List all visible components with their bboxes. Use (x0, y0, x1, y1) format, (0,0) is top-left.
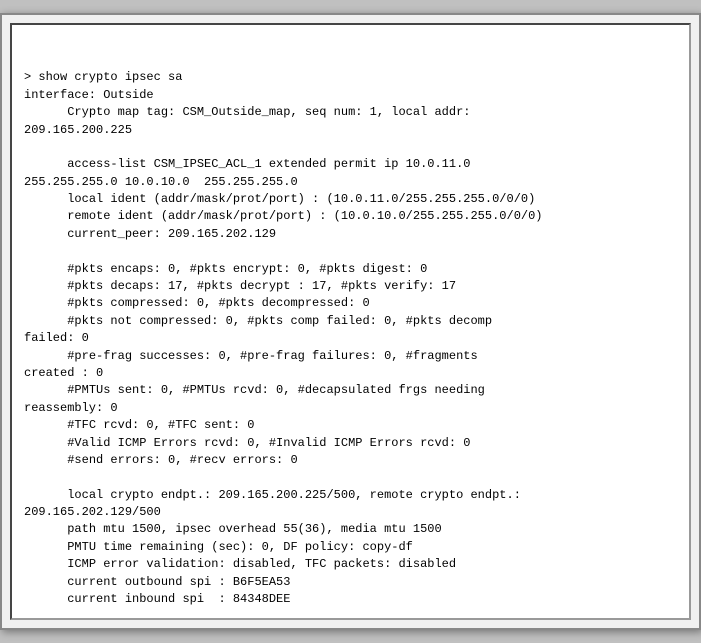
terminal-line: 255.255.255.0 10.0.10.0 255.255.255.0 (24, 174, 677, 191)
terminal-line (24, 139, 677, 156)
terminal-line: Crypto map tag: CSM_Outside_map, seq num… (24, 104, 677, 121)
terminal-line (24, 469, 677, 486)
terminal-line: interface: Outside (24, 87, 677, 104)
terminal-line: ICMP error validation: disabled, TFC pac… (24, 556, 677, 573)
terminal-line: PMTU time remaining (sec): 0, DF policy:… (24, 539, 677, 556)
terminal-line: #Valid ICMP Errors rcvd: 0, #Invalid ICM… (24, 435, 677, 452)
terminal-line: local ident (addr/mask/prot/port) : (10.… (24, 191, 677, 208)
terminal-line: #send errors: 0, #recv errors: 0 (24, 452, 677, 469)
terminal-line: local crypto endpt.: 209.165.200.225/500… (24, 487, 677, 504)
terminal-line: #pkts not compressed: 0, #pkts comp fail… (24, 313, 677, 330)
terminal-line: path mtu 1500, ipsec overhead 55(36), me… (24, 521, 677, 538)
terminal-line: #pkts compressed: 0, #pkts decompressed:… (24, 295, 677, 312)
terminal-line: #pkts encaps: 0, #pkts encrypt: 0, #pkts… (24, 261, 677, 278)
terminal-line: #pkts decaps: 17, #pkts decrypt : 17, #p… (24, 278, 677, 295)
terminal-line: 209.165.202.129/500 (24, 504, 677, 521)
terminal-line: reassembly: 0 (24, 400, 677, 417)
terminal-line: current inbound spi : 84348DEE (24, 591, 677, 608)
terminal-line: created : 0 (24, 365, 677, 382)
terminal-line: remote ident (addr/mask/prot/port) : (10… (24, 208, 677, 225)
main-window: > show crypto ipsec sainterface: Outside… (0, 13, 701, 631)
terminal-line: > show crypto ipsec sa (24, 69, 677, 86)
terminal-line: access-list CSM_IPSEC_ACL_1 extended per… (24, 156, 677, 173)
terminal-line: #PMTUs sent: 0, #PMTUs rcvd: 0, #decapsu… (24, 382, 677, 399)
terminal-line: current outbound spi : B6F5EA53 (24, 574, 677, 591)
terminal-line (24, 243, 677, 260)
terminal-line: #pre-frag successes: 0, #pre-frag failur… (24, 348, 677, 365)
terminal-line: failed: 0 (24, 330, 677, 347)
terminal-output: > show crypto ipsec sainterface: Outside… (10, 23, 691, 621)
terminal-line: current_peer: 209.165.202.129 (24, 226, 677, 243)
terminal-line: #TFC rcvd: 0, #TFC sent: 0 (24, 417, 677, 434)
terminal-line: 209.165.200.225 (24, 122, 677, 139)
